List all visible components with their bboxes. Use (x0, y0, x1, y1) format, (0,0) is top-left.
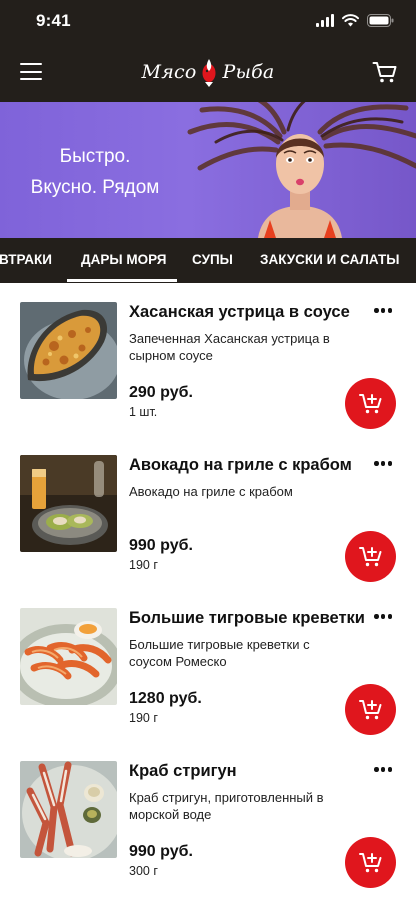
add-to-cart-button[interactable] (345, 531, 396, 582)
add-to-cart-button[interactable] (345, 684, 396, 735)
tab-soups[interactable]: СУПЫ (192, 238, 233, 283)
cart-plus-icon (359, 700, 382, 720)
product-portion-size: 300 г (129, 864, 158, 878)
tab-breakfast[interactable]: ВТРАКИ (0, 238, 52, 283)
banner-headline-line2: Вкусно. Рядом (30, 177, 160, 198)
status-icons (316, 14, 394, 27)
more-options-icon[interactable] (374, 461, 392, 467)
tab-appetizers-salads[interactable]: ЗАКУСКИ И САЛАТЫ (260, 238, 399, 283)
product-description: Краб стригун, приготовленный в морской в… (129, 790, 324, 822)
product-price: 990 руб. (129, 843, 193, 860)
product-name: Авокадо на гриле с крабом (129, 456, 352, 474)
product-name: Большие тигровые креветки (129, 609, 365, 627)
product-card[interactable]: Хасанская устрица в соусе Запеченная Хас… (0, 302, 416, 455)
product-card[interactable]: Краб стригун Краб стригун, приготовленны… (0, 761, 416, 900)
battery-icon (367, 14, 394, 27)
product-description: Запеченная Хасанская устрица в сырном со… (129, 331, 330, 363)
product-price: 990 руб. (129, 537, 193, 554)
banner-headline-line1: Быстро. (59, 146, 131, 167)
product-portion-size: 190 г (129, 711, 158, 725)
cart-plus-icon (359, 547, 382, 567)
promo-banner[interactable]: Быстро. Вкусно. Рядом (0, 102, 416, 238)
product-price: 290 руб. (129, 384, 193, 401)
brand-logo: Мясо Рыба (0, 56, 416, 88)
product-photo-oyster (20, 302, 117, 399)
app-header: Мясо Рыба (0, 44, 416, 102)
add-to-cart-button[interactable] (345, 378, 396, 429)
product-description: Авокадо на гриле с крабом (129, 484, 293, 499)
product-price: 1280 руб. (129, 690, 202, 707)
banner-woman-photo (187, 102, 416, 238)
more-options-icon[interactable] (374, 614, 392, 620)
active-tab-indicator (67, 279, 177, 282)
cellular-signal-icon (316, 14, 334, 27)
more-options-icon[interactable] (374, 308, 392, 314)
product-photo-snow-crab (20, 761, 117, 858)
product-card[interactable]: Большие тигровые креветки Большие тигров… (0, 608, 416, 761)
shopping-cart-icon[interactable] (372, 60, 398, 84)
status-bar: 9:41 (0, 0, 416, 44)
product-name: Хасанская устрица в соусе (129, 303, 350, 321)
wifi-icon (342, 14, 359, 27)
tab-seafood[interactable]: ДАРЫ МОРЯ (81, 238, 166, 283)
product-name: Краб стригун (129, 762, 237, 780)
product-card[interactable]: Авокадо на гриле с крабом Авокадо на гри… (0, 455, 416, 608)
logo-word-left: Мясо (141, 61, 197, 83)
status-time: 9:41 (36, 11, 71, 30)
add-to-cart-button[interactable] (345, 837, 396, 888)
category-tabs: ВТРАКИ ДАРЫ МОРЯ СУПЫ ЗАКУСКИ И САЛАТЫ (0, 238, 416, 283)
product-photo-tiger-prawns (20, 608, 117, 705)
logo-word-right: Рыба (222, 61, 275, 83)
more-options-icon[interactable] (374, 767, 392, 773)
product-photo-avocado (20, 455, 117, 552)
product-portion-size: 1 шт. (129, 405, 158, 419)
product-description: Большие тигровые креветки с соусом Ромес… (129, 637, 310, 669)
cart-plus-icon (359, 853, 382, 873)
product-portion-size: 190 г (129, 558, 158, 572)
fish-meat-emblem-icon (202, 59, 216, 87)
cart-plus-icon (359, 394, 382, 414)
